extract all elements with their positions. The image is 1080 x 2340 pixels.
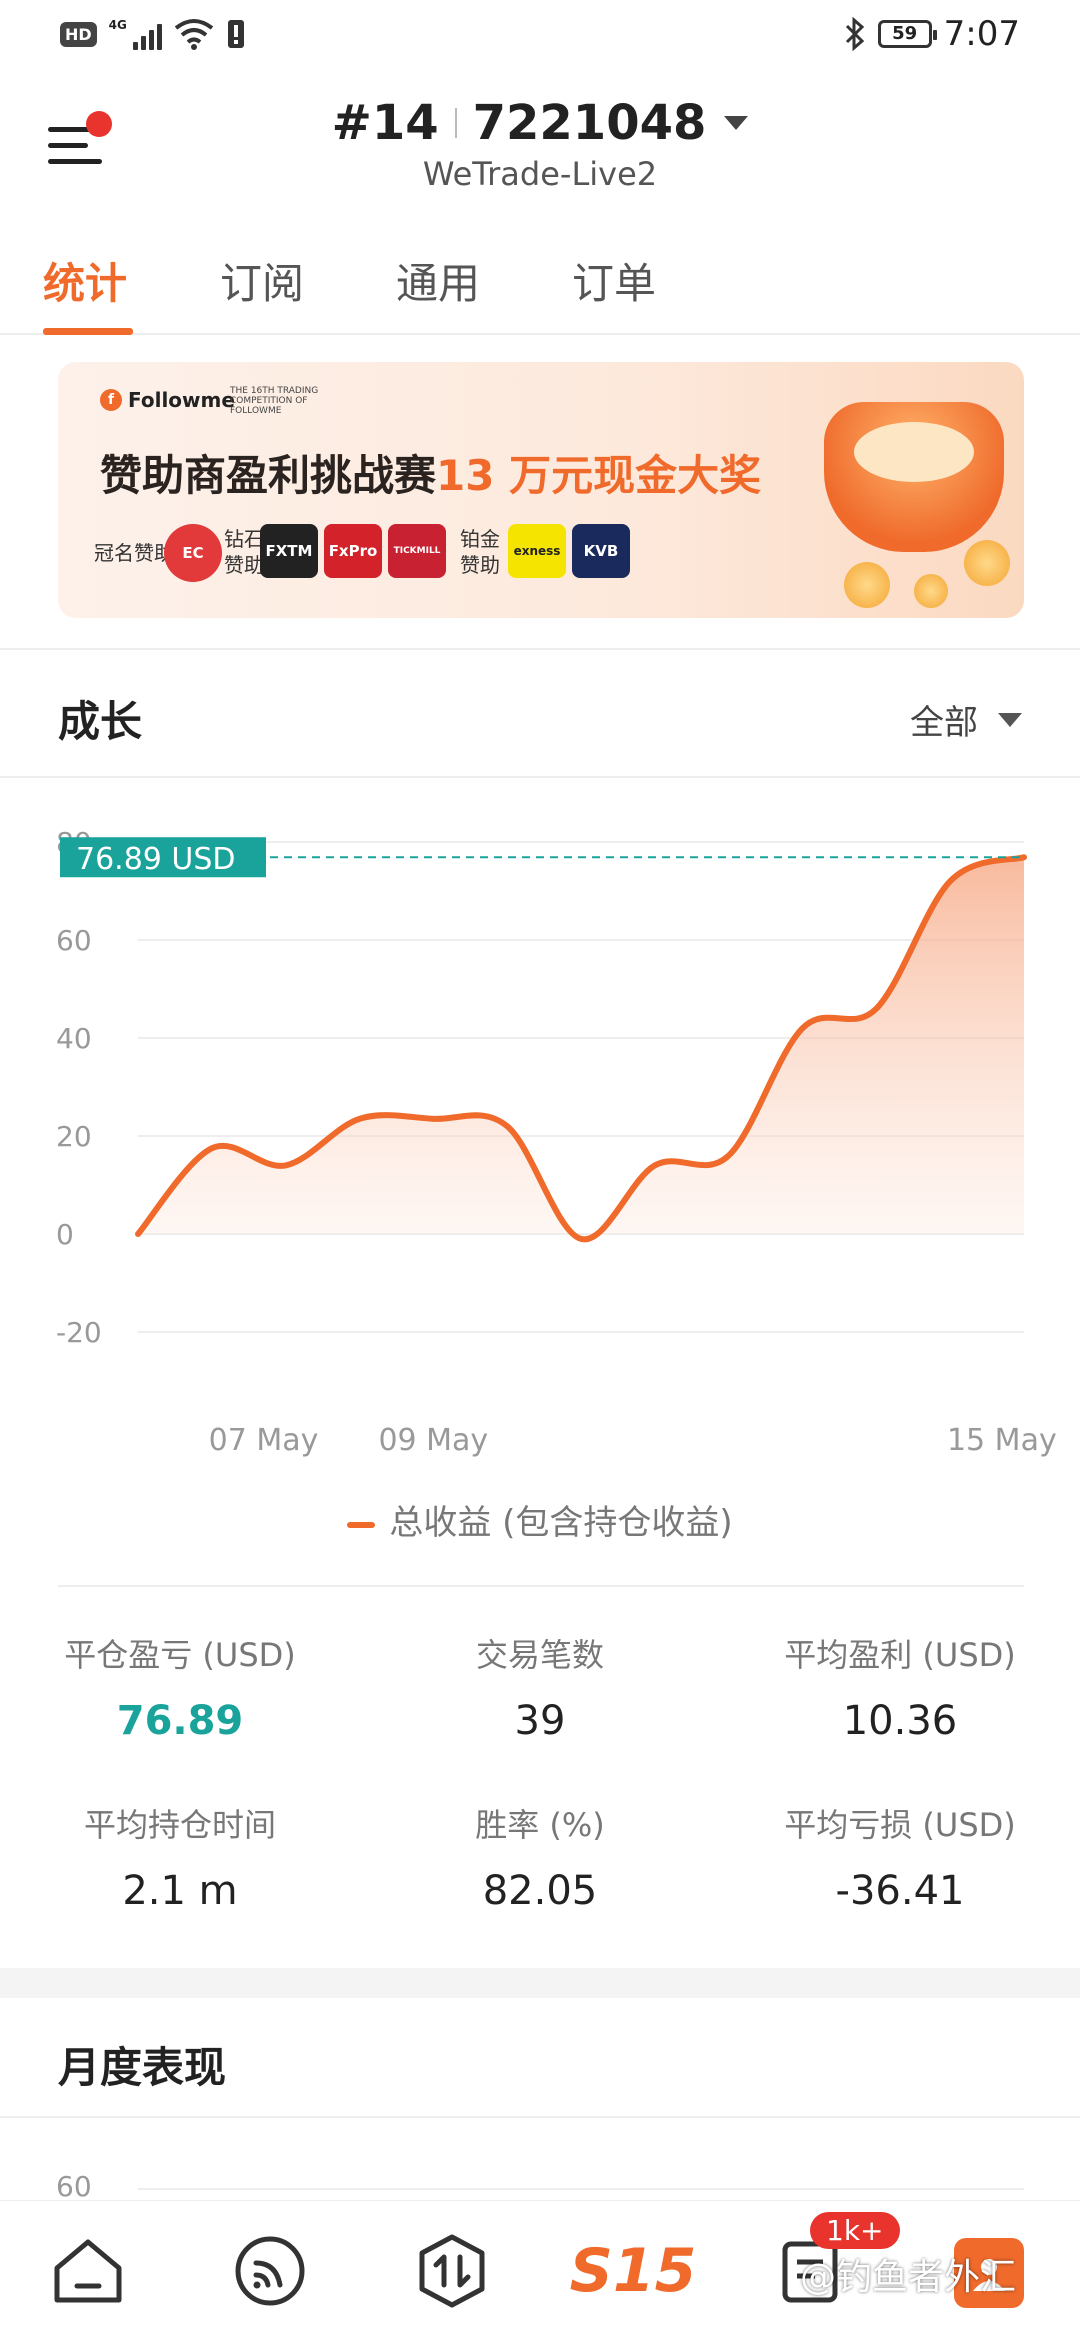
stat-label: 平仓盈亏 (USD) <box>64 1636 296 1674</box>
x-tick-label: 07 May <box>209 1423 319 1458</box>
monthly-section-header: 月度表现 <box>0 1998 1080 2118</box>
alert-icon <box>227 20 244 48</box>
banner-title-main: 赞助商盈利挑战赛 <box>100 451 437 500</box>
stat-label: 平均持仓时间 <box>83 1806 276 1844</box>
stat-avg-loss: 平均亏损 (USD) -36.41 <box>720 1800 1080 1914</box>
stat-value: 39 <box>514 1698 566 1744</box>
stat-label: 胜率 (%) <box>475 1806 605 1844</box>
followme-icon: f <box>100 389 122 411</box>
x-tick-label: 15 May <box>947 1423 1057 1458</box>
bluetooth-icon <box>845 17 864 51</box>
status-left: HD 4G <box>60 18 246 50</box>
y-tick-label: 40 <box>56 1022 92 1055</box>
banner-title: 赞助商盈利挑战赛13 万元现金大奖 <box>100 442 761 503</box>
tab-active-indicator <box>43 328 133 335</box>
growth-section-header: 成长 全部 <box>0 648 1080 778</box>
monthly-title: 月度表现 <box>58 2043 227 2092</box>
legend-label: 总收益 (包含持仓收益) <box>389 1503 733 1543</box>
y-tick-label: 60 <box>56 924 92 957</box>
stats-grid: 平仓盈亏 (USD) 76.89 交易笔数 39 平均盈利 (USD) 10.3… <box>0 1630 1080 1960</box>
competition-logo: THE 16TH TRADING COMPETITION OF FOLLOWME <box>230 386 319 416</box>
stat-avg-profit: 平均盈利 (USD) 10.36 <box>720 1630 1080 1744</box>
legend-swatch <box>347 1521 376 1528</box>
growth-filter-dropdown[interactable]: 全部 <box>910 695 1022 744</box>
sponsor-logo-fxtm: FXTM <box>260 524 318 578</box>
hd-badge: HD <box>60 21 97 47</box>
stat-avg-hold-time: 平均持仓时间 2.1 m <box>0 1800 360 1914</box>
watermark-text: @钓鱼者外汇 <box>800 2257 1017 2298</box>
cellular-signal-icon: 4G <box>109 18 162 50</box>
y-tick-label: 0 <box>56 1218 74 1251</box>
current-value-label: 76.89 USD <box>76 842 236 877</box>
account-switcher[interactable]: #14 7221048 WeTrade-Live2 <box>0 95 1080 193</box>
stat-closed-pnl: 平仓盈亏 (USD) 76.89 <box>0 1630 360 1744</box>
wifi-icon <box>174 19 214 50</box>
growth-filter-label: 全部 <box>910 703 978 743</box>
y-tick-label: 20 <box>56 1120 92 1153</box>
clock: 7:07 <box>943 14 1020 54</box>
stat-value: 2.1 m <box>122 1868 238 1914</box>
status-bar: HD 4G 59 7:07 <box>0 0 1080 75</box>
y-tick-label: -20 <box>56 1316 102 1349</box>
trophy-illustration <box>784 362 1024 618</box>
banner-title-highlight: 13 万元现金大奖 <box>436 451 762 500</box>
brand-name: Followme <box>128 388 235 412</box>
tab-statistics[interactable]: 统计 <box>43 250 127 311</box>
growth-chart: 806040200-2076.89 USD07 May09 May15 May <box>0 800 1080 1580</box>
status-right: 59 7:07 <box>844 14 1020 54</box>
growth-title: 成长 <box>58 697 143 746</box>
network-label: 4G <box>108 18 127 32</box>
sponsor-logo-tickmill: TICKMILL <box>388 524 446 578</box>
account-separator <box>454 108 457 138</box>
trade-icon[interactable] <box>412 2231 492 2311</box>
title-sponsor-label: 冠名赞助 <box>94 541 174 565</box>
server-name: WeTrade-Live2 <box>422 155 658 193</box>
monthly-y-tick: 60 <box>56 2170 92 2203</box>
growth-chart-svg: 806040200-2076.89 USD07 May09 May15 May <box>56 826 1057 1458</box>
stat-trade-count: 交易笔数 39 <box>360 1630 720 1744</box>
divider <box>58 1585 1024 1587</box>
followme-logo: f Followme <box>100 388 235 412</box>
chart-legend: 总收益 (包含持仓收益) <box>0 1495 1080 1544</box>
promo-banner[interactable]: f Followme THE 16TH TRADING COMPETITION … <box>58 362 1024 618</box>
stat-value: 10.36 <box>842 1698 958 1744</box>
stat-label: 交易笔数 <box>475 1636 604 1674</box>
sponsor-logo-ec: EC <box>164 524 222 582</box>
notification-badge: 1k+ <box>810 2212 900 2249</box>
account-number: 7221048 <box>472 95 707 151</box>
tab-general[interactable]: 通用 <box>396 250 480 311</box>
s15-label: S15 <box>569 2236 697 2306</box>
stat-label: 平均亏损 (USD) <box>784 1806 1016 1844</box>
chevron-down-icon <box>724 116 749 130</box>
stat-win-rate: 胜率 (%) 82.05 <box>360 1800 720 1914</box>
sponsor-logo-fxpro: FxPro <box>324 524 382 578</box>
tab-orders[interactable]: 订单 <box>572 250 656 311</box>
s15-competition-tab[interactable]: S15 <box>570 2231 697 2311</box>
app-header: #14 7221048 WeTrade-Live2 <box>0 75 1080 215</box>
stat-value: -36.41 <box>835 1868 965 1914</box>
stat-value: 82.05 <box>482 1868 598 1914</box>
home-icon[interactable] <box>48 2231 128 2311</box>
stat-label: 平均盈利 (USD) <box>784 1636 1016 1674</box>
section-gap <box>0 1968 1080 1998</box>
stat-value: 76.89 <box>116 1698 244 1744</box>
sponsor-logo-kvb: KVB <box>572 524 630 578</box>
monthly-gridline <box>138 2188 1024 2190</box>
feed-icon[interactable] <box>230 2231 310 2311</box>
sponsor-logo-exness: exness <box>508 524 566 578</box>
platinum-sponsor-label: 铂金赞助 <box>460 527 500 577</box>
tab-subscribe[interactable]: 订阅 <box>220 250 304 311</box>
series-area-fill <box>138 857 1024 1240</box>
tab-bar: 统计 订阅 通用 订单 <box>0 240 1080 335</box>
chevron-down-icon <box>998 712 1022 727</box>
account-prefix: #14 <box>331 95 439 151</box>
battery-icon: 59 <box>877 20 937 48</box>
x-tick-label: 09 May <box>378 1423 488 1458</box>
